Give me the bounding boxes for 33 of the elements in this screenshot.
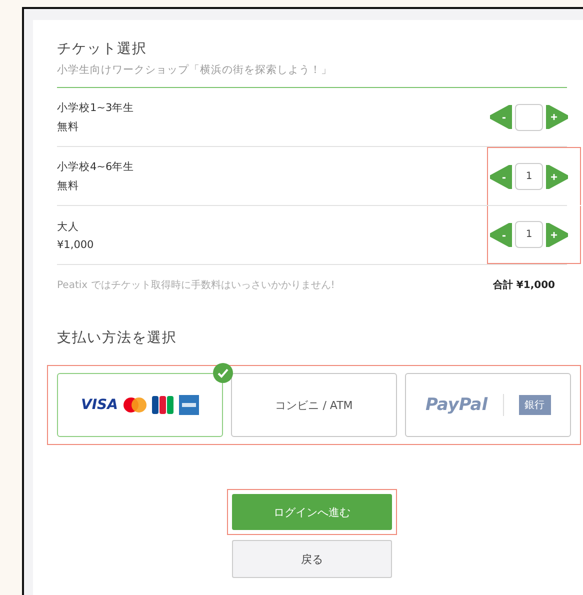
ticket-name: 大人	[57, 220, 80, 234]
decrement-button[interactable]: -	[490, 164, 512, 188]
ticket-price: 無料	[57, 120, 80, 134]
payment-option[interactable]: PayPal 銀行	[405, 373, 571, 437]
quantity-field[interactable]	[515, 104, 543, 130]
paypal-logo: PayPal	[425, 395, 488, 415]
back-button[interactable]: 戻る	[232, 540, 392, 578]
quantity-field[interactable]: 1	[515, 163, 543, 190]
ticket-name: 小学校4~6年生	[57, 160, 136, 174]
card-logo: VISA	[81, 397, 118, 413]
payment-label: コンビニ / ATM	[275, 398, 353, 412]
increment-button[interactable]: +	[546, 222, 568, 246]
increment-button[interactable]: +	[546, 164, 568, 188]
check-icon	[213, 363, 233, 383]
payment-option[interactable]: コンビニ / ATM	[231, 373, 397, 437]
decrement-button[interactable]: -	[490, 105, 512, 129]
striped-card-icon	[152, 396, 174, 414]
total-price: 合計 ¥1,000	[492, 278, 555, 292]
quantity-field[interactable]: 1	[515, 221, 543, 248]
ticket-name: 小学校1~3年生	[57, 100, 136, 114]
overlapping-circles-icon	[122, 397, 147, 413]
proceed-button[interactable]: ログインへ進む	[232, 494, 392, 530]
event-subtitle: 小学生向けワークショップ「横浜の街を探索しよう！」	[57, 63, 333, 77]
ticket-price: 無料	[57, 178, 80, 192]
increment-button[interactable]: +	[546, 105, 568, 129]
section-title: チケット選択	[57, 40, 148, 58]
ticket-price: ¥1,000	[57, 238, 95, 250]
decrement-button[interactable]: -	[490, 222, 512, 246]
payment-option[interactable]: VISA	[57, 373, 223, 437]
fee-note: Peatix ではチケット取得時に手数料はいっさいかかりません!	[57, 278, 335, 292]
bank-badge: 銀行	[518, 395, 551, 415]
card-icon	[178, 395, 199, 415]
section-title: 支払い方法を選択	[57, 329, 178, 347]
